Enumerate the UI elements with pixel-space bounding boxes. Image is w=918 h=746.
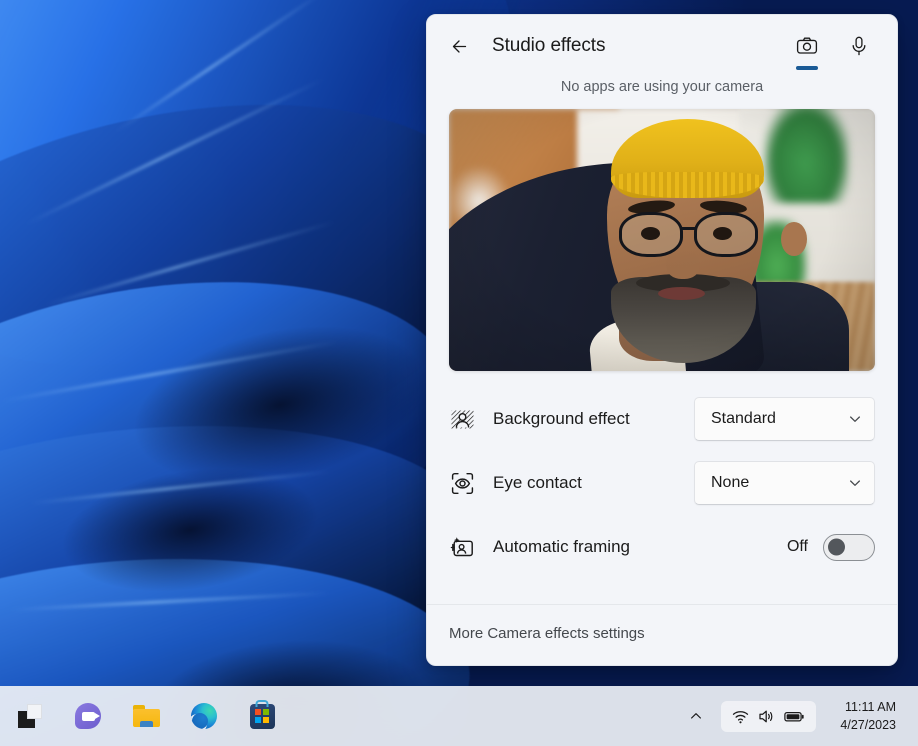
setting-row-eye-contact: Eye contact None xyxy=(449,451,875,515)
studio-effects-panel: Studio effects No apps are using xyxy=(426,14,898,666)
panel-header: Studio effects xyxy=(427,15,897,77)
tab-selected-indicator xyxy=(796,66,818,70)
camera-status-text: No apps are using your camera xyxy=(427,77,897,109)
back-button[interactable] xyxy=(443,30,475,62)
page-title: Studio effects xyxy=(492,35,605,57)
tray-overflow-button[interactable] xyxy=(681,696,711,736)
taskbar-file-explorer-button[interactable] xyxy=(124,694,168,738)
chevron-up-icon xyxy=(689,709,703,723)
setting-row-background-effect: Background effect Standard xyxy=(449,387,875,451)
eye-contact-icon xyxy=(449,470,475,496)
clock-time: 11:11 AM xyxy=(840,698,896,716)
toggle-state-label: Off xyxy=(787,538,808,556)
tab-camera[interactable] xyxy=(787,25,827,67)
eye-contact-dropdown[interactable]: None xyxy=(694,461,875,505)
store-icon xyxy=(250,704,275,729)
system-tray: 11:11 AM 4/27/2023 xyxy=(681,694,918,738)
more-camera-effects-settings-link[interactable]: More Camera effects settings xyxy=(449,625,645,642)
desktop: Studio effects No apps are using xyxy=(0,0,918,746)
automatic-framing-icon xyxy=(449,534,475,560)
settings-list: Background effect Standard xyxy=(427,371,897,604)
toggle-knob xyxy=(828,539,845,556)
dropdown-value: None xyxy=(711,474,848,492)
background-effect-dropdown[interactable]: Standard xyxy=(694,397,875,441)
taskbar-chat-button[interactable] xyxy=(66,694,110,738)
tab-microphone[interactable] xyxy=(839,25,879,67)
camera-preview xyxy=(449,109,875,371)
preview-vignette xyxy=(449,109,875,371)
taskbar: 11:11 AM 4/27/2023 xyxy=(0,686,918,746)
back-arrow-icon xyxy=(449,36,470,57)
chevron-down-icon xyxy=(848,476,862,490)
automatic-framing-toggle[interactable] xyxy=(823,534,875,561)
taskbar-apps xyxy=(0,694,284,738)
automatic-framing-control: Off xyxy=(787,534,875,561)
setting-row-automatic-framing: Automatic framing Off xyxy=(449,515,875,579)
taskbar-clock[interactable]: 11:11 AM 4/27/2023 xyxy=(830,694,906,738)
taskbar-store-button[interactable] xyxy=(240,694,284,738)
setting-label: Eye contact xyxy=(493,473,694,493)
panel-footer: More Camera effects settings xyxy=(427,604,897,665)
battery-icon xyxy=(784,709,805,724)
chat-icon xyxy=(75,703,101,729)
camera-icon xyxy=(795,34,819,58)
dropdown-value: Standard xyxy=(711,410,848,428)
chevron-down-icon xyxy=(848,412,862,426)
volume-icon xyxy=(758,708,775,725)
taskbar-edge-button[interactable] xyxy=(182,694,226,738)
wifi-icon xyxy=(732,708,749,725)
background-effect-icon xyxy=(449,406,475,432)
taskbar-start-button[interactable] xyxy=(8,694,52,738)
folder-icon xyxy=(133,705,160,727)
quick-settings-button[interactable] xyxy=(721,701,816,732)
microphone-icon xyxy=(848,35,870,57)
setting-label: Automatic framing xyxy=(493,537,787,557)
edge-icon xyxy=(191,703,217,729)
clock-date: 4/27/2023 xyxy=(840,716,896,734)
setting-label: Background effect xyxy=(493,409,694,429)
windows-start-icon xyxy=(18,704,42,728)
